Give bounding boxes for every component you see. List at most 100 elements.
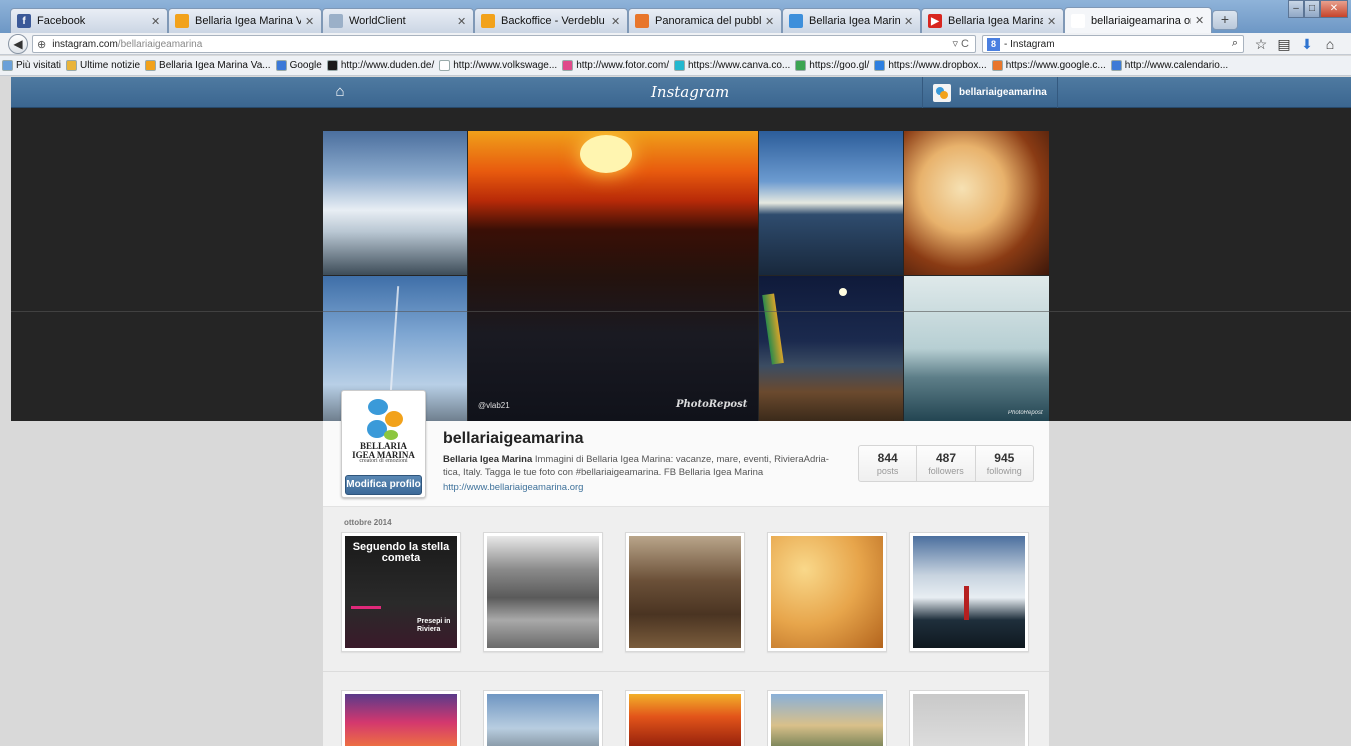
search-icon[interactable]: ⌕ bbox=[1232, 37, 1238, 50]
close-icon[interactable]: ✕ bbox=[1047, 15, 1057, 28]
close-icon[interactable]: ✕ bbox=[305, 15, 315, 28]
close-icon[interactable]: ✕ bbox=[765, 15, 775, 28]
google-maps-icon bbox=[789, 14, 803, 28]
browser-tab[interactable]: Bellaria Igea Marina Vacanz... ✕ bbox=[168, 8, 322, 33]
address-bar[interactable]: ⊕ instagram.com/bellariaigeamarina ▿ C bbox=[32, 35, 976, 53]
home-icon[interactable]: ⌂ bbox=[331, 84, 349, 100]
bookmark-item[interactable]: Più visitati bbox=[2, 60, 61, 71]
feed-photo[interactable] bbox=[483, 532, 603, 652]
feed-month-label: ottobre 2014 bbox=[344, 518, 392, 527]
feed-photo[interactable] bbox=[767, 532, 887, 652]
bookmark-label: http://www.calendario... bbox=[1124, 60, 1229, 71]
photo-caption-repost: PhotoRepost bbox=[676, 399, 748, 410]
bookmark-label: Google bbox=[289, 60, 322, 71]
feed-photo[interactable] bbox=[625, 690, 745, 746]
instagram-header: ⌂ Instagram bellariaigeamarina bbox=[11, 77, 1351, 108]
photo-beach-night[interactable] bbox=[759, 276, 903, 421]
stat-following-label: following bbox=[986, 466, 1022, 476]
photo-caption-user: @vlab21 bbox=[478, 401, 510, 410]
bookmark-item[interactable]: https://goo.gl/ bbox=[795, 60, 869, 71]
bookmark-item[interactable]: http://www.volkswage... bbox=[439, 60, 557, 71]
browser-tab[interactable]: ▶ Bellaria Igea Marina - YouT... ✕ bbox=[921, 8, 1064, 33]
username: bellariaigeamarina bbox=[959, 87, 1047, 98]
instagram-logo[interactable]: Instagram bbox=[651, 83, 729, 101]
minimize-button[interactable]: – bbox=[1288, 0, 1304, 18]
close-icon[interactable]: ✕ bbox=[457, 15, 467, 28]
search-text: - Instagram bbox=[1004, 38, 1055, 50]
stat-followers[interactable]: 487 followers bbox=[917, 446, 976, 481]
bookmark-item[interactable]: https://www.google.c... bbox=[991, 60, 1106, 71]
bookmark-item[interactable]: Ultime notizie bbox=[66, 60, 140, 71]
bookmark-item[interactable]: Google bbox=[275, 60, 322, 71]
edit-profile-button[interactable]: Modifica profilo bbox=[345, 475, 422, 495]
bookmark-label: https://www.google.c... bbox=[1005, 60, 1106, 71]
stat-posts-label: posts bbox=[876, 466, 899, 476]
download-icon[interactable]: ⬇ bbox=[1299, 36, 1315, 52]
tab-label: Bellaria Igea Marina Vacanz... bbox=[195, 15, 301, 27]
cover-divider bbox=[11, 311, 1351, 312]
page-icon bbox=[439, 60, 451, 71]
bookmark-label: Ultime notizie bbox=[80, 60, 141, 71]
back-button[interactable]: ◀ bbox=[8, 34, 28, 54]
home-icon[interactable]: ⌂ bbox=[1322, 36, 1338, 52]
calendar-icon bbox=[1110, 60, 1122, 71]
photo-pier[interactable]: PhotoRepost bbox=[904, 276, 1049, 421]
bookmarks-bar: Più visitati Ultime notizie Bellaria Igea … bbox=[0, 56, 1351, 76]
feed-photo[interactable]: Seguendo la stella cometa Presepi in Riv… bbox=[341, 532, 461, 652]
tab-label: Panoramica del pubblico - ... bbox=[655, 15, 761, 27]
bookmark-label: http://www.volkswage... bbox=[453, 60, 558, 71]
browser-tab[interactable]: Panoramica del pubblico - ... ✕ bbox=[628, 8, 782, 33]
close-icon[interactable]: ✕ bbox=[1195, 14, 1205, 27]
tab-label: WorldClient bbox=[349, 15, 406, 27]
reload-icon[interactable]: ▿ C bbox=[952, 37, 969, 50]
stat-followers-label: followers bbox=[928, 466, 964, 476]
feed-photo[interactable] bbox=[625, 532, 745, 652]
photo-wave-splash[interactable] bbox=[323, 131, 467, 275]
bookmark-item[interactable]: https://www.canva.co... bbox=[674, 60, 790, 71]
bookmark-item[interactable]: http://www.duden.de/ bbox=[326, 60, 435, 71]
analytics-icon bbox=[991, 60, 1003, 71]
worldclient-icon bbox=[329, 14, 343, 28]
feed-photo[interactable] bbox=[909, 690, 1029, 746]
browser-tab[interactable]: WorldClient ✕ bbox=[322, 8, 474, 33]
close-window-button[interactable]: ✕ bbox=[1320, 0, 1348, 18]
photo-sunset-sea[interactable]: @vlab21 PhotoRepost bbox=[468, 131, 758, 421]
photo-caption-repost-small: PhotoRepost bbox=[1008, 410, 1043, 416]
feed-post-title: Seguendo la stella cometa bbox=[352, 541, 450, 564]
bookmarks-icon[interactable]: ▤ bbox=[1276, 36, 1292, 52]
stat-posts[interactable]: 844 posts bbox=[859, 446, 918, 481]
browser-tab[interactable]: Backoffice - Verdeblu ✕ bbox=[474, 8, 628, 33]
maximize-button[interactable]: □ bbox=[1304, 0, 1320, 18]
user-menu[interactable]: bellariaigeamarina bbox=[922, 77, 1058, 108]
window-controls: – □ ✕ bbox=[1288, 0, 1348, 19]
new-tab-button[interactable]: + bbox=[1212, 10, 1238, 30]
star-icon[interactable]: ☆ bbox=[1253, 36, 1269, 52]
profile-website-link[interactable]: http://www.bellariaigeamarina.org bbox=[443, 482, 583, 493]
browser-tab[interactable]: f Facebook ✕ bbox=[10, 8, 168, 33]
bookmark-label: Più visitati bbox=[16, 60, 62, 71]
feed-photo[interactable] bbox=[483, 690, 603, 746]
navigation-bar: ◀ ⊕ instagram.com/bellariaigeamarina ▿ C… bbox=[0, 33, 1351, 55]
most-visited-icon bbox=[2, 60, 13, 71]
bookmark-item[interactable]: http://www.fotor.com/ bbox=[562, 60, 669, 71]
close-icon[interactable]: ✕ bbox=[611, 15, 621, 28]
bookmark-item[interactable]: http://www.calendario... bbox=[1110, 60, 1229, 71]
feed-photo[interactable] bbox=[767, 690, 887, 746]
stat-followers-value: 487 bbox=[935, 451, 956, 465]
search-bar[interactable]: 8 - Instagram ⌕ bbox=[982, 35, 1244, 53]
feed-photo[interactable] bbox=[341, 690, 461, 746]
browser-tab[interactable]: bellariaigeamarina on Instagram ✕ bbox=[1064, 7, 1212, 33]
photo-sunrise[interactable] bbox=[759, 131, 903, 275]
profile-avatar[interactable]: BELLARIA IGEA MARINA creatori di emozion… bbox=[341, 390, 426, 498]
bookmark-label: http://www.duden.de/ bbox=[340, 60, 435, 71]
feed-photo[interactable] bbox=[909, 532, 1029, 652]
bookmark-item[interactable]: https://www.dropbox... bbox=[874, 60, 987, 71]
close-icon[interactable]: ✕ bbox=[904, 15, 914, 28]
bookmark-label: http://www.fotor.com/ bbox=[576, 60, 669, 71]
tab-label: Facebook bbox=[37, 15, 86, 27]
bookmark-item[interactable]: Bellaria Igea Marina Va... bbox=[145, 60, 271, 71]
stat-following[interactable]: 945 following bbox=[976, 446, 1033, 481]
photo-piadina[interactable] bbox=[904, 131, 1049, 275]
close-icon[interactable]: ✕ bbox=[151, 15, 161, 28]
browser-tab[interactable]: Bellaria Igea Marina - Goog... ✕ bbox=[782, 8, 921, 33]
